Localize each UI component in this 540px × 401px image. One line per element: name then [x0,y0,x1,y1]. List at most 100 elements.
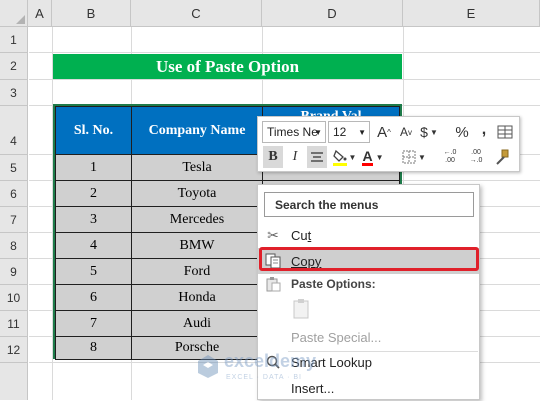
smart-lookup-label: Smart Lookup [291,354,372,370]
table-grid-icon [497,125,513,139]
cell-company-name[interactable]: Porsche [131,336,263,360]
cell-company-name[interactable]: BMW [131,232,263,259]
header-company-name[interactable]: Company Name [131,106,263,155]
row-header-10[interactable]: 10 [0,285,28,311]
font-color-icon: A [362,147,373,166]
scissors-icon: ✂ [267,226,279,243]
menu-item-cut[interactable]: ✂ Cut [258,222,479,248]
column-header-a[interactable]: A [28,0,52,27]
column-header-d[interactable]: D [262,0,403,27]
row-header-1[interactable]: 1 [0,27,28,53]
chevron-down-icon: ▼ [418,152,426,162]
fill-color-button[interactable]: ▼ [331,146,357,168]
accounting-format-button[interactable]: $ ▼ [418,121,440,143]
chevron-down-icon: ▼ [429,127,438,137]
increase-decimal-button[interactable]: ←.0 .00 [438,146,462,168]
clipboard-icon [264,275,282,293]
currency-icon: $ [420,124,428,140]
column-header-e[interactable]: E [403,0,540,27]
italic-icon: I [292,149,298,164]
row-header-11[interactable]: 11 [0,311,28,337]
insert-label: Insert... [291,380,335,396]
align-center-icon [311,152,323,162]
font-size-value: 12 [333,125,347,139]
row-header-8[interactable]: 8 [0,233,28,259]
paste-options-heading: Paste Options: [258,274,479,294]
chevron-down-icon: ▼ [375,152,384,162]
row-header-12[interactable]: 12 [0,337,28,363]
font-color-button[interactable]: A ▼ [361,146,385,168]
cell-sl-no[interactable]: 8 [55,336,132,360]
cell-sl-no[interactable]: 2 [55,180,132,207]
row-header-7[interactable]: 7 [0,207,28,233]
menu-item-cut-label: Cut [291,228,311,243]
row-header-3[interactable]: 3 [0,80,28,106]
comma-style-button[interactable]: , [476,119,492,141]
grow-font-icon: A [377,123,388,141]
cell-sl-no[interactable]: 1 [55,154,132,181]
font-name-value: Times Ne [267,125,318,139]
sheet-title[interactable]: Use of Paste Option [53,54,402,79]
select-all-corner[interactable] [0,0,28,27]
percent-icon: % [455,123,469,141]
cell-sl-no[interactable]: 5 [55,258,132,285]
cell-company-name[interactable]: Mercedes [131,206,263,233]
increase-decimal-icon: ←.0 .00 [443,149,457,164]
shrink-font-icon: A [399,125,408,139]
chevron-down-icon: ▼ [314,127,322,137]
cell-sl-no[interactable]: 6 [55,284,132,311]
cell-sl-no[interactable]: 7 [55,310,132,337]
format-painter-button[interactable] [492,146,512,168]
center-align-button[interactable] [307,146,327,168]
cell-sl-no[interactable]: 4 [55,232,132,259]
menu-search-placeholder: Search the menus [275,198,379,212]
search-icon [264,353,282,371]
bold-button[interactable]: B [263,146,283,168]
menu-item-paste-special[interactable]: Paste Special... [258,324,479,350]
row-header-13[interactable] [0,363,28,400]
cell-company-name[interactable]: Honda [131,284,263,311]
cell-company-name[interactable]: Tesla [131,154,263,181]
grid-line [29,52,540,53]
row-header-6[interactable]: 6 [0,181,28,207]
cell-company-name[interactable]: Ford [131,258,263,285]
row-header-5[interactable]: 5 [0,155,28,181]
comma-icon: , [481,121,487,138]
menu-item-smart-lookup[interactable]: Smart Lookup [258,349,479,375]
cut-text: Cut [291,227,312,243]
cell-company-name[interactable]: Toyota [131,180,263,207]
decrease-decimal-icon: .00 →.0 [469,149,483,164]
paste-option-button[interactable] [291,297,313,321]
borders-icon [402,150,416,164]
menu-search-input[interactable]: Search the menus [264,192,474,217]
chevron-down-icon: ▼ [358,127,366,137]
borders-button[interactable]: ▼ [401,146,427,168]
format-table-button[interactable] [496,122,514,142]
column-header-c[interactable]: C [131,0,262,27]
mini-toolbar: Times Ne ▼ 12 ▼ A ^ Av $ ▼ % , B I ▼ A ▼ ▼… [257,116,520,172]
italic-button[interactable]: I [285,146,305,168]
row-header-4[interactable]: 4 [0,106,28,155]
context-menu: Search the menus ✂ Cut Copy Paste Option… [257,184,480,400]
column-header-b[interactable]: B [52,0,131,27]
percent-style-button[interactable]: % [452,121,472,143]
font-name-select[interactable]: Times Ne ▼ [262,121,326,143]
paste-options-label: Paste Options: [291,277,376,291]
decrease-font-size-button[interactable]: Av [396,121,416,143]
increase-font-size-button[interactable]: A ^ [374,121,394,143]
row-header-9[interactable]: 9 [0,259,28,285]
paintbrush-icon [496,149,509,165]
cell-sl-no[interactable]: 3 [55,206,132,233]
grid-line [29,79,540,80]
paste-special-label: Paste Special... [291,329,382,345]
header-sl-no[interactable]: Sl. No. [55,106,132,155]
bold-icon: B [268,149,278,164]
fill-bucket-icon [332,149,347,166]
decrease-decimal-button[interactable]: .00 →.0 [464,146,488,168]
menu-item-insert[interactable]: Insert... [258,375,479,401]
cell-company-name[interactable]: Audi [131,310,263,337]
paste-clipboard-icon [293,299,309,319]
font-size-select[interactable]: 12 ▼ [328,121,370,143]
row-header-2[interactable]: 2 [0,53,28,80]
copy-highlight-box [259,247,479,271]
